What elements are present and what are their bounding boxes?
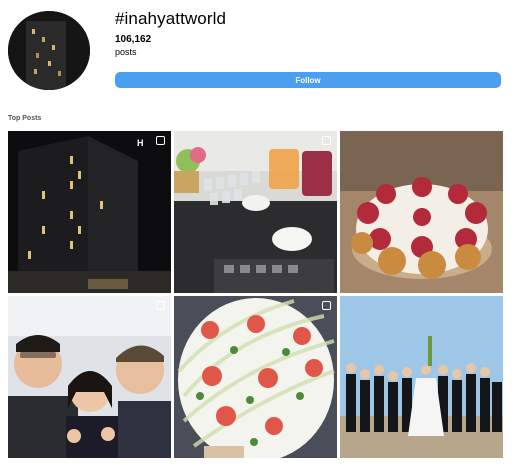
- post-tile[interactable]: [8, 296, 171, 458]
- wedding-party-photo-icon: [340, 296, 503, 458]
- hashtag-title: #inahyattworld: [115, 9, 227, 28]
- post-tile[interactable]: [340, 296, 503, 458]
- profile-avatar: [8, 11, 90, 90]
- posts-label: posts: [115, 47, 137, 57]
- follow-button[interactable]: Follow: [115, 72, 501, 88]
- post-tile[interactable]: [340, 131, 503, 293]
- multiple-photos-icon: [156, 136, 165, 145]
- hotel-building-photo-icon: [8, 11, 90, 90]
- post-tile[interactable]: H: [8, 131, 171, 293]
- section-title: Top Posts: [8, 115, 42, 122]
- hotel-logo-text: H: [137, 138, 144, 148]
- multiple-photos-icon: [322, 136, 331, 145]
- multiple-photos-icon: [156, 301, 165, 310]
- buffet-table-photo-icon: [174, 131, 337, 293]
- multiple-photos-icon: [322, 301, 331, 310]
- post-tile[interactable]: [174, 296, 337, 458]
- post-tile[interactable]: [174, 131, 337, 293]
- post-count: 106,162: [115, 34, 152, 45]
- hotel-night-photo-icon: [8, 131, 171, 293]
- strawberry-cream-puff-cake-photo-icon: [340, 131, 503, 293]
- selfie-three-people-photo-icon: [8, 296, 171, 458]
- strawberry-cake-photo-icon: [174, 296, 337, 458]
